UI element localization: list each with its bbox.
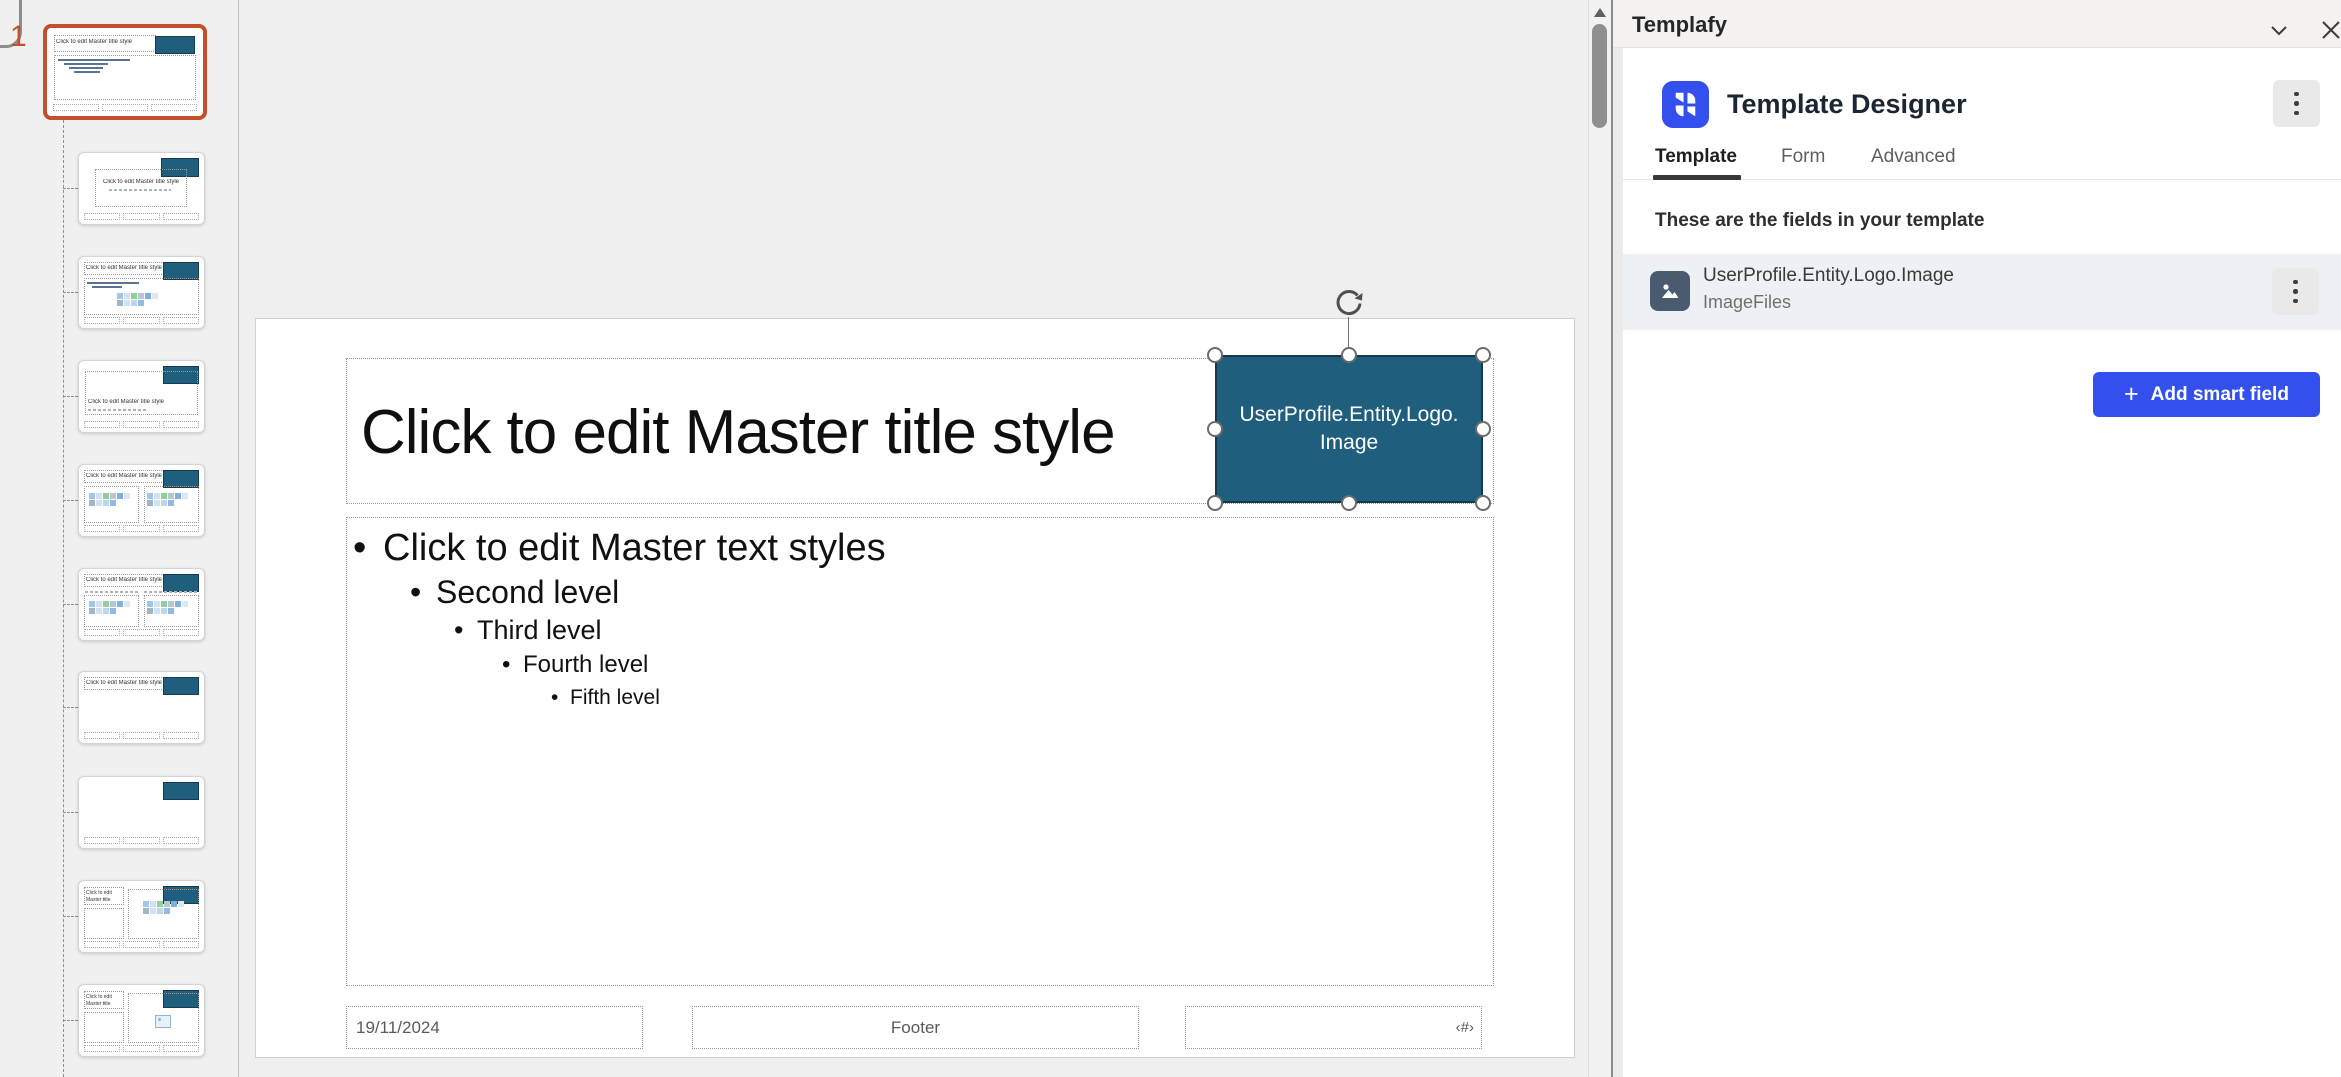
mini-content-icons (143, 901, 187, 914)
slide-master-thumbnail[interactable]: Click to edit Master title style (43, 24, 207, 120)
master-title-text: Click to edit Master title style (361, 398, 1116, 467)
bullet-level-1: • Click to edit Master text styles (353, 527, 886, 569)
footer-text: Footer (890, 1018, 941, 1037)
slide-layout-thumbnail-two-content[interactable]: Click to edit Master title style (78, 464, 205, 537)
smart-field-shape-label: UserProfile.Entity.Logo. (1239, 403, 1459, 426)
resize-handle-left[interactable] (1207, 421, 1223, 437)
canvas-scrollbar[interactable] (1588, 0, 1611, 1077)
mini-footer-row (53, 104, 197, 111)
chevron-down-icon (2271, 26, 2287, 36)
resize-handle-bottom[interactable] (1341, 495, 1357, 511)
slide-layout-thumbnail-content-with-caption[interactable]: Click to edit Master title style (78, 880, 205, 953)
field-type: ImageFiles (1703, 292, 1792, 312)
smart-field-shape[interactable]: UserProfile.Entity.Logo. Image (1215, 355, 1483, 503)
designer-menu-button[interactable] (2273, 80, 2320, 127)
master-text-levels: • Click to edit Master text styles • Secon… (353, 524, 886, 714)
slide-layout-thumbnail-title-only[interactable]: Click to edit Master title style (78, 671, 205, 744)
active-tab-underline (1653, 175, 1741, 180)
taskpane-collapse-button[interactable] (2261, 12, 2297, 48)
resize-handle-top-right[interactable] (1475, 347, 1491, 363)
slide-number-placeholder[interactable]: ‹#› (1185, 1006, 1482, 1049)
mini-content-icons (147, 493, 191, 506)
date-text: 19/11/2024 (356, 1018, 440, 1037)
mini-bullet-lines (58, 59, 168, 75)
templafy-logo-icon (1662, 81, 1709, 128)
plus-icon: + (2124, 380, 2139, 408)
rotate-handle-icon[interactable] (1332, 286, 1366, 320)
resize-handle-bottom-left[interactable] (1207, 495, 1223, 511)
mini-picture-icon (155, 1015, 171, 1028)
smart-field-shape-label: Image (1319, 431, 1379, 454)
mini-content-icons (89, 493, 133, 506)
scrollbar-thumb[interactable] (1592, 24, 1607, 128)
slide-layout-thumbnail-blank[interactable] (78, 776, 205, 849)
slide-layout-thumbnail-comparison[interactable]: Click to edit Master title style (78, 568, 205, 641)
tab-advanced[interactable]: Advanced (1871, 146, 1956, 168)
taskpane-content (1623, 48, 2341, 1077)
rotate-handle-stem (1348, 317, 1349, 348)
fields-heading: These are the fields in your template (1655, 210, 1985, 231)
close-icon (2322, 21, 2340, 39)
tab-template[interactable]: Template (1655, 146, 1737, 168)
date-placeholder[interactable]: 19/11/2024 (346, 1006, 643, 1049)
designer-title: Template Designer (1727, 89, 1967, 119)
resize-handle-top[interactable] (1341, 347, 1357, 363)
slide-layout-thumbnail-section-header[interactable]: Click to edit Master title style (78, 360, 205, 433)
mini-content-icons (89, 601, 133, 614)
resize-handle-bottom-right[interactable] (1475, 495, 1491, 511)
slide-layout-thumbnail-title-and-content[interactable]: Click to edit Master title style (78, 256, 205, 329)
mini-content-icons (147, 601, 191, 614)
resize-handle-top-left[interactable] (1207, 347, 1223, 363)
slide-number-label: 1 (10, 20, 27, 53)
bullet-level-5: • Fifth level (551, 686, 660, 709)
taskpane-close-button[interactable] (2313, 12, 2341, 48)
bullet-level-4: • Fourth level (502, 651, 649, 678)
resize-handle-right[interactable] (1475, 421, 1491, 437)
body-placeholder[interactable]: • Click to edit Master text styles • Secon… (346, 517, 1494, 986)
field-menu-button[interactable] (2272, 268, 2319, 315)
tab-form[interactable]: Form (1781, 146, 1825, 168)
taskpane-title: Templafy (1632, 12, 1727, 37)
image-field-icon (1650, 271, 1690, 311)
scrollbar-up-arrow[interactable] (1594, 8, 1606, 17)
slide-number-text: ‹#› (1455, 1019, 1474, 1036)
slide-layout-thumbnail-picture-with-caption[interactable]: Click to edit Master title style (78, 984, 205, 1057)
layout-hierarchy-line (63, 120, 64, 1077)
add-smart-field-button[interactable]: + Add smart field (2093, 372, 2320, 417)
footer-placeholder[interactable]: Footer (692, 1006, 1139, 1049)
bullet-level-3: • Third level (454, 615, 602, 645)
mini-content-icons (117, 293, 161, 306)
field-name: UserProfile.Entity.Logo.Image (1703, 265, 1954, 286)
slide-layout-thumbnail-title-slide[interactable]: Click to edit Master title style (78, 152, 205, 225)
thumbnail-preview: Click to edit Master title style (50, 31, 200, 113)
bullet-level-2: • Second level (410, 574, 620, 610)
